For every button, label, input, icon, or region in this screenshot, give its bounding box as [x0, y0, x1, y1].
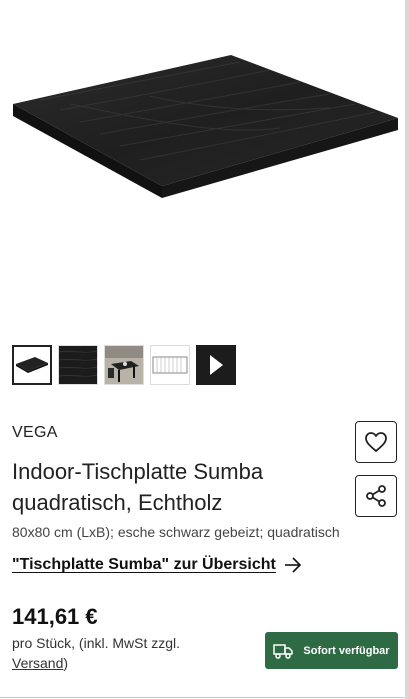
heart-icon — [365, 432, 387, 452]
thumbnail-restaurant-scene[interactable] — [104, 345, 144, 385]
thumbnail-dimension-drawing[interactable] — [150, 345, 190, 385]
product-subtitle: 80x80 cm (LxB); esche schwarz gebeizt; q… — [12, 524, 340, 540]
product-brand: VEGA — [12, 424, 58, 441]
share-button[interactable] — [355, 475, 397, 517]
overview-link-label: "Tischplatte Sumba" zur Übersicht — [12, 556, 276, 573]
gallery-next-button[interactable] — [196, 345, 236, 385]
restaurant-scene-icon — [105, 346, 143, 384]
product-page: VEGA Indoor-Tischplatte Sumba quadratisc… — [0, 0, 409, 699]
arrow-right-icon — [284, 557, 301, 573]
product-price: 141,61 € — [12, 604, 98, 629]
table-top-thumb-icon — [16, 357, 48, 373]
wood-texture-icon — [59, 346, 97, 384]
price-note-suffix: ) — [63, 655, 69, 671]
thumbnail-wood-texture[interactable] — [58, 345, 98, 385]
share-icon — [366, 485, 386, 507]
dimension-drawing-icon — [152, 356, 188, 374]
scrollbar-track[interactable] — [405, 0, 409, 699]
table-top-illustration — [13, 55, 398, 198]
product-hero-image[interactable] — [0, 0, 405, 330]
play-triangle-icon — [210, 355, 223, 375]
thumbnail-table-top[interactable] — [12, 345, 52, 385]
wishlist-button[interactable] — [355, 421, 397, 463]
gallery-thumbnails — [12, 345, 236, 385]
availability-badge: Sofort verfügbar — [265, 632, 398, 669]
price-note: pro Stück, (inkl. MwSt zzgl. Versand) — [12, 633, 232, 673]
price-note-prefix: pro Stück, (inkl. MwSt zzgl. — [12, 635, 181, 651]
shipping-link[interactable]: Versand — [12, 655, 63, 671]
overview-link[interactable]: "Tischplatte Sumba" zur Übersicht — [12, 556, 302, 574]
truck-icon — [273, 643, 294, 659]
availability-label: Sofort verfügbar — [303, 644, 390, 657]
bottom-divider — [0, 697, 405, 698]
product-title: Indoor-Tischplatte Sumba quadratisch, Ec… — [12, 459, 264, 515]
